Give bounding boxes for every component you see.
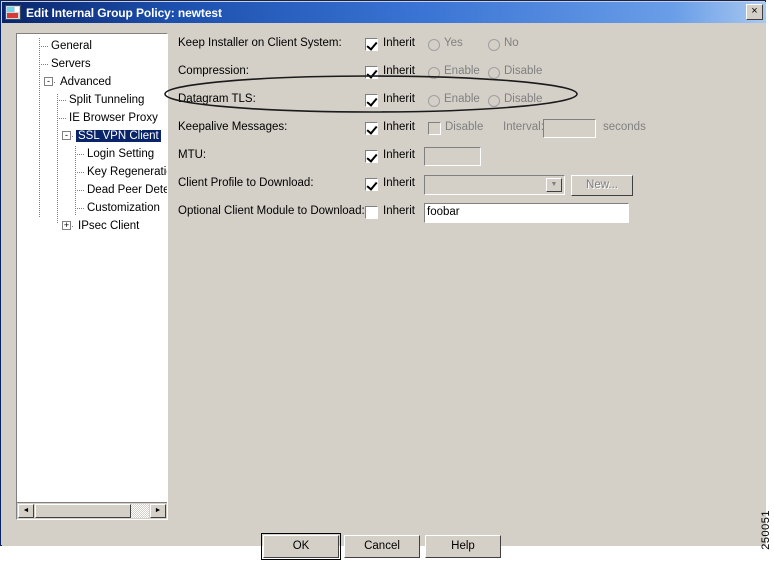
chevron-down-icon[interactable]: ▼ [546,178,562,192]
tree-item-split-tunneling[interactable]: Split Tunneling [67,92,146,108]
tree-connector [75,190,85,191]
label-keep-installer: Keep Installer on Client System: [178,37,342,49]
watermark-label: 250051 [760,510,772,550]
radio-keep-installer-yes[interactable] [428,39,440,51]
tree-item-customization[interactable]: Customization [85,200,162,216]
tree-item-ssl-vpn-client[interactable]: SSL VPN Client [76,128,161,144]
app-icon [5,5,21,20]
navigation-tree[interactable]: General Servers - Advanced Split Tunneli… [17,34,167,502]
label-mtu: MTU: [178,149,206,161]
input-keepalive-interval[interactable] [543,119,596,138]
window-title: Edit Internal Group Policy: newtest [26,6,222,20]
scroll-left-arrow-icon[interactable]: ◄ [18,504,34,518]
label-keepalive-disable: Disable [445,121,483,133]
label-compression-inherit: Inherit [383,65,415,77]
row-optional-module: Optional Client Module to Download: Inhe… [178,203,738,223]
dialog-button-row: OK Cancel Help [2,535,766,561]
row-keep-installer: Keep Installer on Client System: Inherit… [178,35,738,55]
tree-toggle-ssl-vpn-client[interactable]: - [62,131,71,140]
label-mtu-inherit: Inherit [383,149,415,161]
ok-button[interactable]: OK [263,535,339,558]
cancel-button[interactable]: Cancel [344,535,420,558]
dialog-client-area: General Servers - Advanced Split Tunneli… [2,23,766,546]
label-compression: Compression: [178,65,249,77]
label-keepalive-inherit: Inherit [383,121,415,133]
tree-toggle-ipsec-client[interactable]: + [62,221,71,230]
label-keepalive-messages: Keepalive Messages: [178,121,287,133]
label-keep-installer-yes: Yes [444,37,463,49]
tree-item-dead-peer-detection[interactable]: Dead Peer Detecti [85,182,167,198]
dropdown-client-profile[interactable]: ▼ [424,175,565,195]
tree-item-servers[interactable]: Servers [49,56,93,72]
tree-connector [75,146,76,216]
navigation-tree-panel[interactable]: General Servers - Advanced Split Tunneli… [16,33,168,520]
new-profile-button[interactable]: New... [571,175,633,196]
checkbox-compression-inherit[interactable] [365,66,378,79]
input-mtu[interactable] [424,147,481,166]
checkbox-mtu-inherit[interactable] [365,150,378,163]
checkbox-datagram-tls-inherit[interactable] [365,94,378,107]
label-optional-module-inherit: Inherit [383,205,415,217]
label-keep-installer-no: No [504,37,519,49]
tree-connector [57,94,58,224]
row-compression: Compression: Inherit Enable Disable [178,63,738,83]
settings-form: Keep Installer on Client System: Inherit… [178,23,738,523]
radio-keep-installer-no[interactable] [488,39,500,51]
label-optional-module: Optional Client Module to Download: [178,205,365,217]
dialog-window: Edit Internal Group Policy: newtest × [0,0,766,546]
tree-connector [39,38,40,218]
tree-horizontal-scrollbar[interactable]: ◄ ► [17,502,167,519]
checkbox-optional-module-inherit[interactable] [365,206,378,219]
label-datagram-tls-enable: Enable [444,93,480,105]
tree-connector [39,46,49,47]
checkbox-keep-installer-inherit[interactable] [365,38,378,51]
tree-connector [75,208,85,209]
row-mtu: MTU: Inherit [178,147,738,167]
row-datagram-tls: Datagram TLS: Inherit Enable Disable [178,91,738,111]
title-bar[interactable]: Edit Internal Group Policy: newtest × [2,2,766,23]
scroll-right-arrow-icon[interactable]: ► [150,504,166,518]
radio-compression-disable[interactable] [488,67,500,79]
scrollbar-track[interactable] [35,504,149,518]
tree-item-general[interactable]: General [49,38,94,54]
row-keepalive-messages: Keepalive Messages: Inherit Disable Inte… [178,119,738,139]
label-keepalive-interval: Interval: [503,121,544,133]
tree-item-key-regeneration[interactable]: Key Regeneration [85,164,167,180]
radio-compression-enable[interactable] [428,67,440,79]
tree-item-ipsec-client[interactable]: IPsec Client [76,218,141,234]
tree-item-ie-browser-proxy[interactable]: IE Browser Proxy [67,110,160,126]
radio-datagram-tls-disable[interactable] [488,95,500,107]
tree-connector [75,154,85,155]
scrollbar-thumb[interactable] [35,504,131,518]
label-client-profile: Client Profile to Download: [178,177,314,189]
checkbox-client-profile-inherit[interactable] [365,178,378,191]
tree-connector [75,172,85,173]
label-compression-disable: Disable [504,65,542,77]
label-keep-installer-inherit: Inherit [383,37,415,49]
tree-toggle-advanced[interactable]: - [44,77,53,86]
input-optional-module[interactable]: foobar [424,203,629,223]
row-client-profile: Client Profile to Download: Inherit ▼ Ne… [178,175,738,195]
tree-item-advanced[interactable]: Advanced [58,74,113,90]
label-datagram-tls: Datagram TLS: [178,93,256,105]
label-datagram-tls-inherit: Inherit [383,93,415,105]
label-datagram-tls-disable: Disable [504,93,542,105]
checkbox-keepalive-disable[interactable] [428,122,441,135]
label-client-profile-inherit: Inherit [383,177,415,189]
tree-connector [39,64,49,65]
close-icon[interactable]: × [746,4,763,20]
tree-item-login-setting[interactable]: Login Setting [85,146,156,162]
help-button[interactable]: Help [425,535,501,558]
tree-connector [57,118,67,119]
tree-connector [57,100,67,101]
checkbox-keepalive-inherit[interactable] [365,122,378,135]
label-keepalive-seconds: seconds [603,121,646,133]
label-compression-enable: Enable [444,65,480,77]
radio-datagram-tls-enable[interactable] [428,95,440,107]
